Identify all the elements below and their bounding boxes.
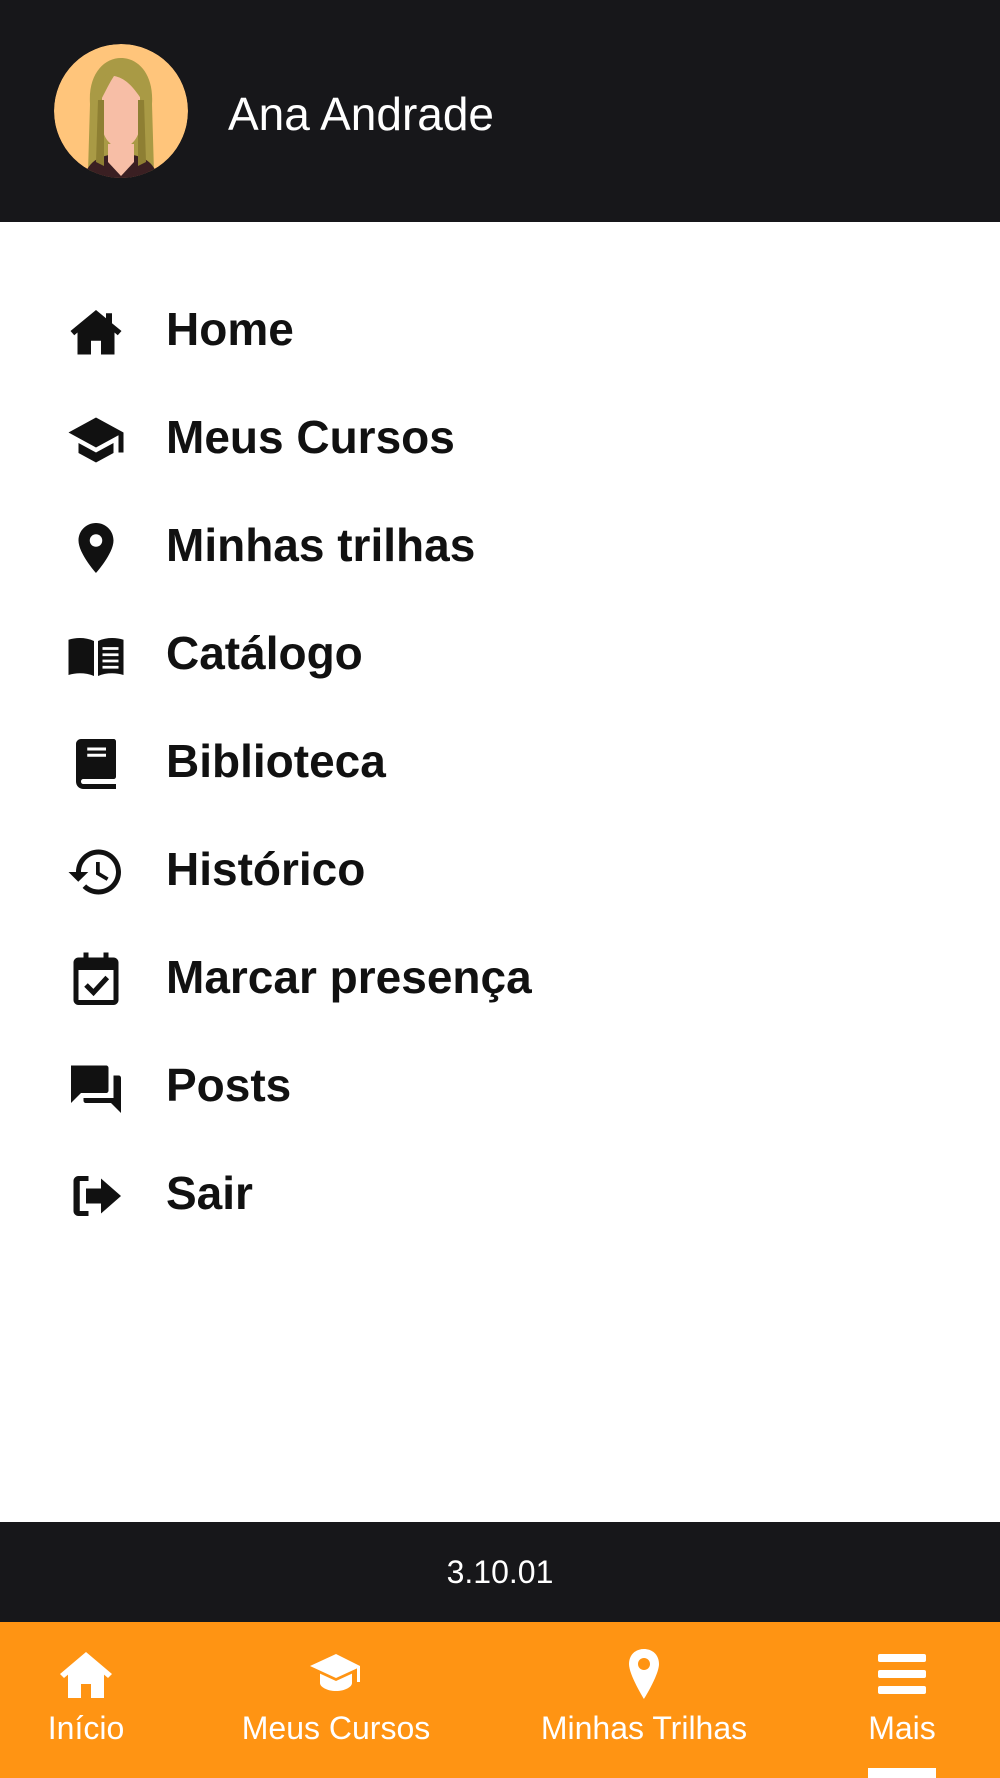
- menu-item-logout[interactable]: Sair: [0, 1138, 1000, 1246]
- sign-out-icon: [66, 1166, 126, 1226]
- menu-item-label: Home: [166, 303, 294, 355]
- avatar[interactable]: [54, 44, 188, 178]
- tab-minhas-trilhas[interactable]: Minhas Trilhas: [532, 1622, 756, 1778]
- tab-label: Início: [47, 1710, 125, 1746]
- tab-inicio[interactable]: Início: [26, 1622, 146, 1778]
- menu-icon: [874, 1648, 930, 1700]
- menu-item-home[interactable]: Home: [0, 274, 1000, 382]
- menu-item-my-courses[interactable]: Meus Cursos: [0, 382, 1000, 490]
- menu-item-label: Catálogo: [166, 627, 363, 679]
- tab-mais[interactable]: Mais: [856, 1622, 948, 1778]
- forum-icon: [66, 1058, 126, 1118]
- bottom-navigation: Início Meus Cursos Minhas Trilhas Mais: [0, 1622, 1000, 1778]
- version-bar: 3.10.01: [0, 1522, 1000, 1622]
- graduation-cap-icon: [66, 410, 126, 470]
- menu-item-label: Marcar presença: [166, 951, 532, 1003]
- menu-item-label: Histórico: [166, 843, 366, 895]
- menu-item-label: Posts: [166, 1059, 292, 1111]
- home-icon: [58, 1648, 114, 1700]
- menu-item-catalog[interactable]: Catálogo: [0, 598, 1000, 706]
- active-tab-indicator: [868, 1768, 936, 1778]
- map-pin-icon: [66, 518, 126, 578]
- home-icon: [66, 302, 126, 362]
- tab-label: Mais: [868, 1710, 936, 1746]
- menu-item-mark-attendance[interactable]: Marcar presença: [0, 922, 1000, 1030]
- user-name: Ana Andrade: [228, 88, 495, 140]
- history-icon: [66, 842, 126, 902]
- map-pin-icon: [616, 1648, 672, 1700]
- menu-item-my-trails[interactable]: Minhas trilhas: [0, 490, 1000, 598]
- tab-label: Minhas Trilhas: [540, 1710, 748, 1746]
- calendar-check-icon: [66, 950, 126, 1010]
- menu-item-label: Meus Cursos: [166, 411, 455, 463]
- menu-item-label: Sair: [166, 1167, 253, 1219]
- tab-label: Meus Cursos: [241, 1710, 431, 1746]
- user-avatar-icon: [54, 44, 188, 178]
- app-version: 3.10.01: [446, 1554, 554, 1590]
- menu-item-library[interactable]: Biblioteca: [0, 706, 1000, 814]
- menu-item-history[interactable]: Histórico: [0, 814, 1000, 922]
- profile-header: Ana Andrade: [0, 0, 1000, 222]
- graduation-cap-icon: [308, 1648, 364, 1700]
- tab-meus-cursos[interactable]: Meus Cursos: [226, 1622, 446, 1778]
- open-book-icon: [66, 626, 126, 686]
- book-icon: [66, 734, 126, 794]
- menu-item-label: Biblioteca: [166, 735, 386, 787]
- menu-item-label: Minhas trilhas: [166, 519, 476, 571]
- menu-item-posts[interactable]: Posts: [0, 1030, 1000, 1138]
